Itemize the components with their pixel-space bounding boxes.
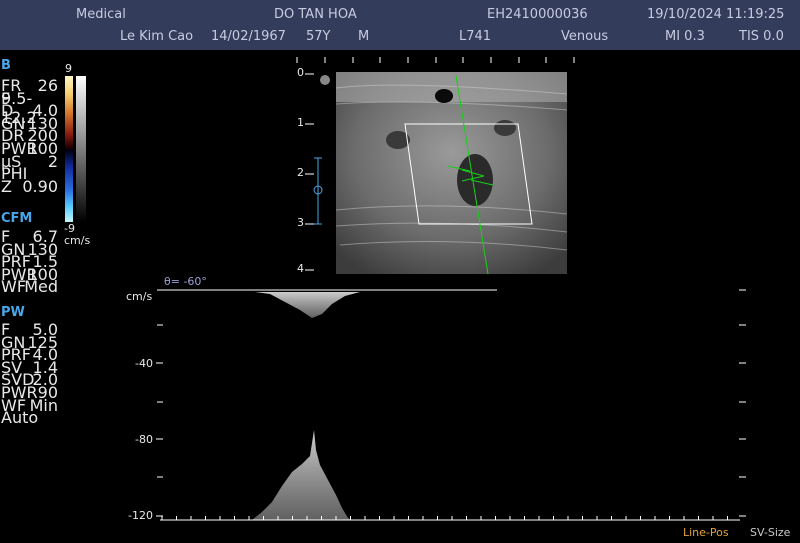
depth-label-4: 4 xyxy=(297,262,304,275)
b-mode-image xyxy=(296,57,575,275)
line-pos-button[interactable]: Line-Pos xyxy=(683,526,729,539)
probe-orientation-marker xyxy=(320,75,330,85)
sv-size-button[interactable]: SV-Size xyxy=(750,526,790,539)
depth-label-3: 3 xyxy=(297,216,304,229)
spectral-doppler-trace xyxy=(156,289,746,521)
depth-label-1: 1 xyxy=(297,116,304,129)
waveform-upper xyxy=(255,292,360,318)
depth-label-2: 2 xyxy=(297,166,304,179)
top-tick-ruler xyxy=(296,57,575,63)
waveform-lower xyxy=(252,430,352,520)
depth-label-0: 0 xyxy=(297,66,304,79)
